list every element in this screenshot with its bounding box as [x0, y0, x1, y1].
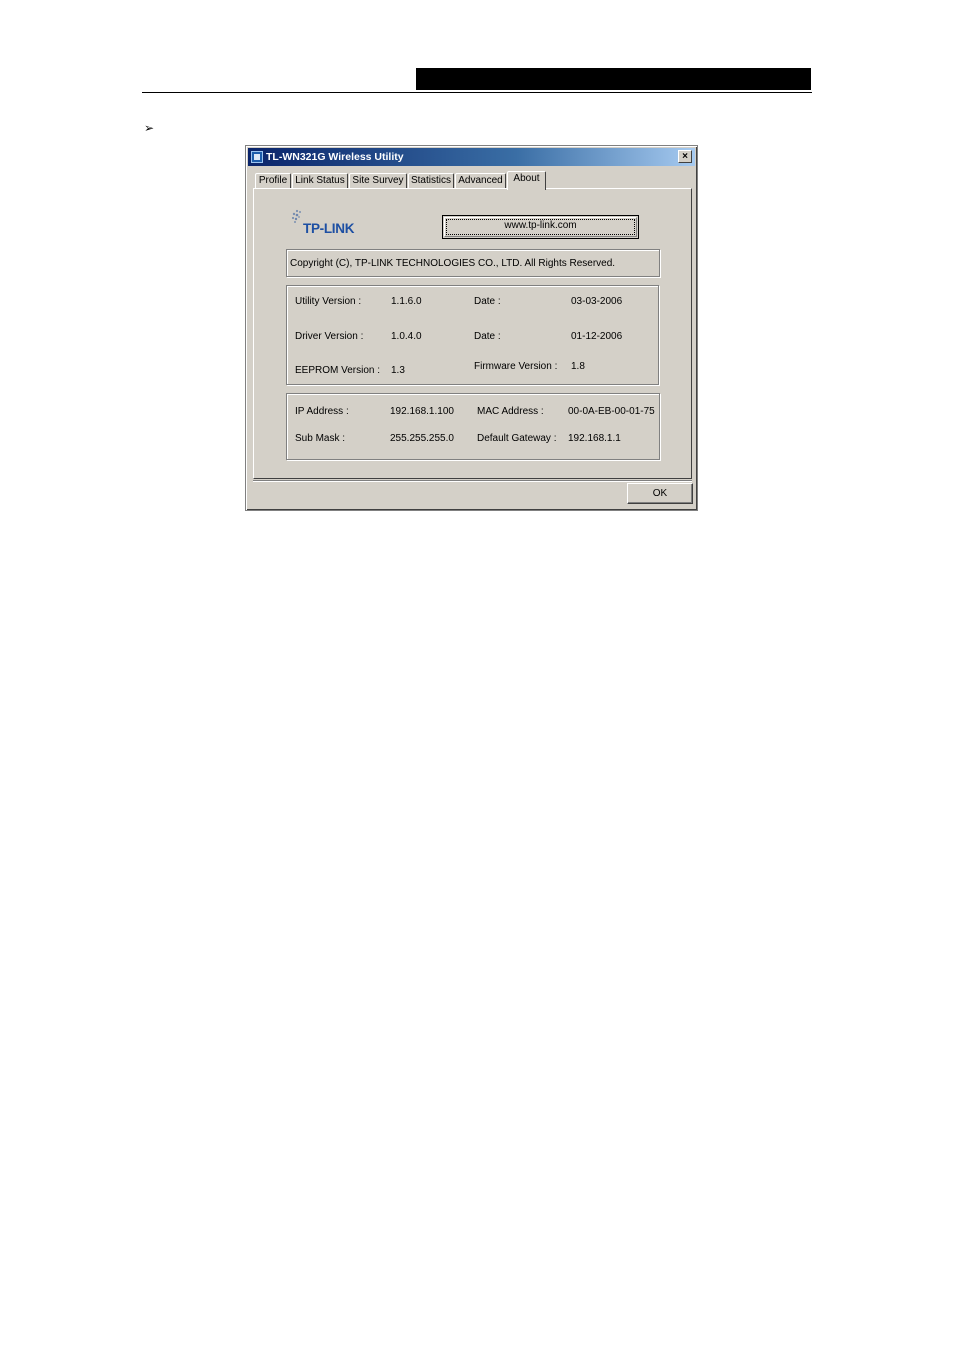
footer-divider [253, 480, 692, 482]
tab-about[interactable]: About [507, 171, 546, 190]
ok-button[interactable]: OK [627, 483, 693, 504]
about-panel: TP-LINK www.tp-link.com Copyright (C), T… [253, 188, 692, 479]
utility-date-value: 03-03-2006 [571, 296, 623, 307]
tp-link-logo: TP-LINK [286, 209, 386, 243]
title-bar[interactable]: TL-WN321G Wireless Utility × [248, 148, 695, 166]
tab-link-status[interactable]: Link Status [292, 173, 348, 189]
version-info-box: Utility Version : 1.1.6.0 Date : 03-03-2… [286, 285, 659, 385]
utility-date-label: Date : [474, 296, 501, 307]
app-icon [251, 151, 263, 163]
website-button-label: www.tp-link.com [504, 220, 577, 231]
close-button[interactable]: × [678, 150, 692, 163]
wireless-utility-window: TL-WN321G Wireless Utility × Profile Lin… [245, 145, 698, 511]
eeprom-version-label: EEPROM Version : [295, 365, 381, 376]
network-info-box: IP Address : 192.168.1.100 MAC Address :… [286, 393, 660, 460]
sub-mask-value: 255.255.255.0 [390, 433, 454, 444]
logo-text: TP-LINK [303, 221, 355, 236]
ip-address-label: IP Address : [295, 406, 349, 417]
copyright-box: Copyright (C), TP-LINK TECHNOLOGIES CO.,… [286, 249, 660, 277]
close-icon: × [682, 151, 688, 162]
window-title: TL-WN321G Wireless Utility [266, 151, 404, 163]
page-header-bar [416, 68, 811, 90]
page-header-rule [142, 92, 812, 93]
bullet-arrow-icon: ➢ [144, 121, 155, 135]
tab-profile[interactable]: Profile [255, 173, 291, 189]
driver-date-value: 01-12-2006 [571, 331, 623, 342]
tab-statistics[interactable]: Statistics [408, 173, 454, 189]
copyright-text: Copyright (C), TP-LINK TECHNOLOGIES CO.,… [290, 258, 616, 269]
mac-address-value: 00-0A-EB-00-01-75 [568, 406, 655, 417]
driver-version-label: Driver Version : [295, 331, 364, 342]
tab-advanced[interactable]: Advanced [455, 173, 506, 189]
website-button[interactable]: www.tp-link.com [442, 215, 639, 239]
sub-mask-label: Sub Mask : [295, 433, 346, 444]
utility-version-value: 1.1.6.0 [391, 296, 422, 307]
default-gateway-value: 192.168.1.1 [568, 433, 621, 444]
tab-site-survey[interactable]: Site Survey [349, 173, 407, 189]
eeprom-version-value: 1.3 [391, 365, 405, 376]
ok-button-label: OK [652, 488, 668, 499]
driver-version-value: 1.0.4.0 [391, 331, 422, 342]
ip-address-value: 192.168.1.100 [390, 406, 454, 417]
utility-version-label: Utility Version : [295, 296, 362, 307]
firmware-version-label: Firmware Version : [474, 361, 558, 372]
driver-date-label: Date : [474, 331, 501, 342]
firmware-version-value: 1.8 [571, 361, 585, 372]
default-gateway-label: Default Gateway : [477, 433, 557, 444]
mac-address-label: MAC Address : [477, 406, 544, 417]
